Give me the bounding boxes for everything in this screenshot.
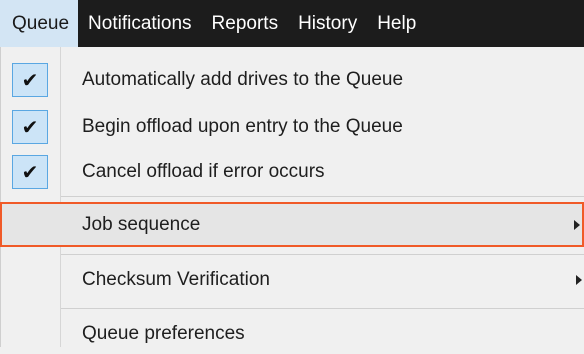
menu-item-auto-add-drives[interactable]: ✔ Automatically add drives to the Queue	[0, 60, 584, 100]
menu-notifications[interactable]: Notifications	[78, 0, 202, 47]
submenu-arrow-icon	[574, 219, 580, 230]
menu-item-label: Begin offload upon entry to the Queue	[82, 116, 403, 137]
menu-item-label: Job sequence	[82, 213, 201, 235]
menu-item-label: Cancel offload if error occurs	[82, 161, 325, 182]
checkmark-icon: ✔	[12, 63, 48, 97]
menu-help[interactable]: Help	[367, 0, 426, 47]
menu-item-label: Checksum Verification	[82, 269, 270, 290]
menu-item-checksum-verification[interactable]: Checksum Verification	[0, 258, 584, 302]
menu-item-queue-preferences[interactable]: Queue preferences	[0, 314, 584, 354]
menu-item-begin-offload[interactable]: ✔ Begin offload upon entry to the Queue	[0, 107, 584, 147]
menu-separator	[61, 254, 584, 255]
menu-separator	[61, 196, 584, 197]
menu-item-label: Automatically add drives to the Queue	[82, 69, 404, 90]
checkmark-icon: ✔	[12, 110, 48, 144]
menu-separator	[61, 308, 584, 309]
menu-queue[interactable]: Queue	[0, 0, 79, 47]
checkmark-icon: ✔	[12, 155, 48, 189]
menu-bar: Queue Notifications Reports History Help	[0, 0, 584, 47]
menu-reports[interactable]: Reports	[202, 0, 289, 47]
menu-item-label: Queue preferences	[82, 323, 245, 344]
submenu-arrow-icon	[576, 275, 582, 285]
menu-history[interactable]: History	[288, 0, 367, 47]
menu-item-job-sequence[interactable]: Job sequence	[0, 202, 584, 247]
menu-item-cancel-offload[interactable]: ✔ Cancel offload if error occurs	[0, 152, 584, 192]
